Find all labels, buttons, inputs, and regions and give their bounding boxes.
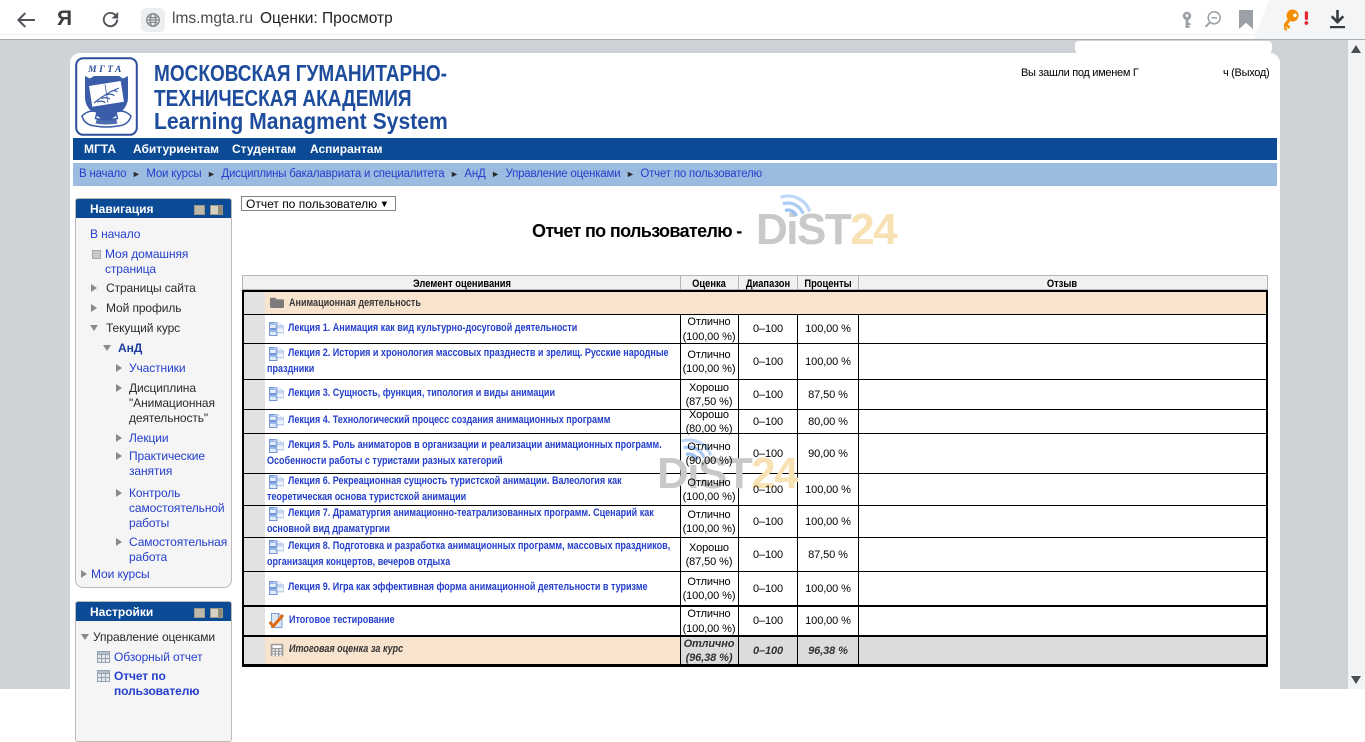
svg-text:МГТА: МГТА — [87, 65, 124, 75]
